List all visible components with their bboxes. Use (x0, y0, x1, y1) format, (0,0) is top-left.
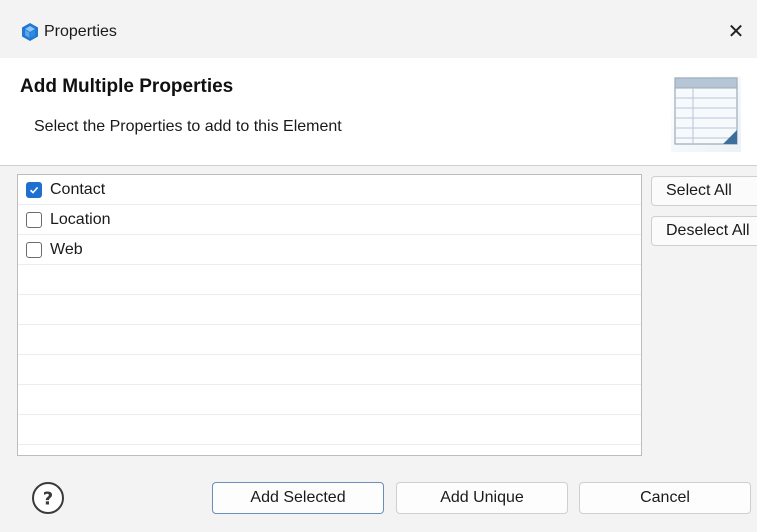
empty-row (18, 415, 641, 445)
dialog-body: Contact Location Web Select All Deselect… (0, 166, 757, 532)
svg-text:?: ? (43, 489, 53, 510)
deselect-all-button[interactable]: Deselect All (651, 216, 757, 246)
list-item-web[interactable]: Web (18, 235, 641, 265)
empty-row (18, 265, 641, 295)
checkmark-icon (29, 186, 39, 194)
list-item-contact[interactable]: Contact (18, 175, 641, 205)
empty-row (18, 355, 641, 385)
list-item-label: Location (50, 210, 111, 228)
add-unique-button[interactable]: Add Unique (396, 482, 568, 514)
window-title: Properties (44, 23, 117, 40)
wizard-header: Add Multiple Properties Select the Prope… (0, 58, 757, 166)
cube-icon (22, 23, 38, 41)
close-icon: ✕ (727, 19, 745, 43)
title-bar: Properties ✕ (0, 0, 757, 58)
properties-dialog: Properties ✕ Add Multiple Properties Sel… (0, 0, 757, 532)
close-button[interactable]: ✕ (719, 14, 753, 48)
table-wizard-icon (671, 76, 741, 152)
header-title: Add Multiple Properties (20, 76, 234, 97)
empty-row (18, 295, 641, 325)
checkbox-location[interactable] (26, 211, 42, 228)
empty-row (18, 325, 641, 355)
checkbox-contact[interactable] (26, 181, 42, 198)
list-item-location[interactable]: Location (18, 205, 641, 235)
properties-list: Contact Location Web (17, 174, 642, 456)
cancel-button[interactable]: Cancel (579, 482, 751, 514)
checkbox-web[interactable] (26, 241, 42, 258)
list-item-label: Contact (50, 180, 106, 198)
list-item-label: Web (50, 240, 83, 258)
empty-row (18, 385, 641, 415)
header-subtitle: Select the Properties to add to this Ele… (34, 118, 342, 135)
help-icon[interactable]: ? (30, 480, 66, 516)
select-all-button[interactable]: Select All (651, 176, 757, 206)
add-selected-button[interactable]: Add Selected (212, 482, 384, 514)
